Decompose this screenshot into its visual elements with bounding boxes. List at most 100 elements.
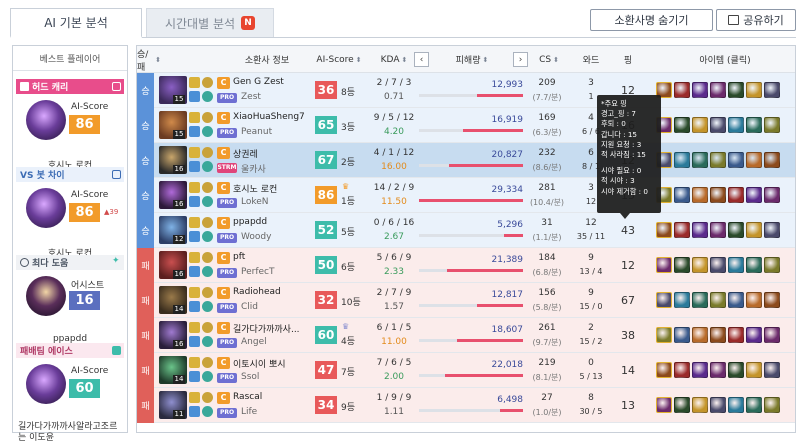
item-icon[interactable] [710, 152, 726, 168]
item-icon[interactable] [710, 257, 726, 273]
item-icon[interactable] [674, 82, 690, 98]
item-icon[interactable] [764, 117, 780, 133]
item-icon[interactable] [728, 292, 744, 308]
item-icon[interactable] [674, 292, 690, 308]
item-icon[interactable] [656, 397, 672, 413]
item-icon[interactable] [692, 152, 708, 168]
summoner-name[interactable]: Gen G Zest [233, 77, 284, 87]
item-icon[interactable] [656, 292, 672, 308]
item-icon[interactable] [746, 187, 762, 203]
item-icon[interactable] [692, 327, 708, 343]
tab-time-analysis[interactable]: 시간대별 분석 N [146, 8, 274, 38]
item-icon[interactable] [692, 117, 708, 133]
item-icon[interactable] [728, 257, 744, 273]
summoner-name[interactable]: 이토시이 뽀시 [233, 357, 286, 370]
item-icon[interactable] [710, 222, 726, 238]
summoner-name[interactable]: 길가다가까까사... [233, 322, 300, 335]
item-icon[interactable] [764, 222, 780, 238]
item-icon[interactable] [764, 257, 780, 273]
item-icon[interactable] [764, 82, 780, 98]
item-icon[interactable] [656, 257, 672, 273]
item-icon[interactable] [710, 117, 726, 133]
chevron-left-icon[interactable]: ‹ [414, 52, 429, 67]
item-icon[interactable] [692, 292, 708, 308]
item-icon[interactable] [692, 397, 708, 413]
header-damage[interactable]: 피해량 ⬍ [437, 46, 507, 73]
item-icon[interactable] [674, 187, 690, 203]
ping-value[interactable]: 13 [613, 399, 643, 412]
item-icon[interactable] [692, 222, 708, 238]
item-icon[interactable] [746, 292, 762, 308]
share-button[interactable]: 공유하기 [716, 9, 796, 31]
item-icon[interactable] [674, 117, 690, 133]
ping-value[interactable]: 43 [613, 224, 643, 237]
summoner-name[interactable]: ppapdd [233, 217, 267, 227]
item-icon[interactable] [746, 222, 762, 238]
item-icon[interactable] [764, 187, 780, 203]
card-most-assists[interactable]: 최다 도움 ✦ 어시스트 16 ppapdd [16, 255, 124, 344]
item-icon[interactable] [728, 327, 744, 343]
ping-value[interactable]: 14 [613, 364, 643, 377]
summoner-name[interactable]: Rascal [233, 392, 262, 402]
item-icon[interactable] [764, 362, 780, 378]
summoner-name[interactable]: 상권레 [233, 147, 258, 160]
item-icon[interactable] [746, 82, 762, 98]
header-result[interactable]: 승/패 ⬍ [137, 46, 161, 73]
header-kda[interactable]: KDA ⬍ [371, 46, 417, 73]
item-icon[interactable] [746, 327, 762, 343]
item-icon[interactable] [710, 82, 726, 98]
item-icon[interactable] [764, 397, 780, 413]
item-icon[interactable] [674, 397, 690, 413]
item-icon[interactable] [674, 257, 690, 273]
item-icon[interactable] [746, 152, 762, 168]
summoner-name[interactable]: pft [233, 252, 245, 262]
card-losing-ace[interactable]: 패배팀 에이스 AI-Score 60 길가다가까까사알라고조르는 이도윤 [16, 343, 124, 444]
item-icon[interactable] [746, 257, 762, 273]
item-icon[interactable] [692, 257, 708, 273]
item-icon[interactable] [656, 362, 672, 378]
hide-summoner-button[interactable]: 소환사명 숨기기 [590, 9, 713, 31]
item-icon[interactable] [656, 327, 672, 343]
summoner-name[interactable]: XiaoHuaSheng7 [233, 112, 305, 122]
card-vs-bot[interactable]: VS 봇 차이 AI-Score 86 ▲39 호시노 로컨 [16, 167, 124, 259]
item-icon[interactable] [692, 187, 708, 203]
item-icon[interactable] [674, 222, 690, 238]
item-icon[interactable] [728, 82, 744, 98]
item-icon[interactable] [728, 397, 744, 413]
item-icon[interactable] [728, 362, 744, 378]
card-hard-carry[interactable]: 허드 캐리 AI-Score 86 호시노 로컨 [16, 79, 124, 171]
item-icon[interactable] [674, 327, 690, 343]
item-icon[interactable] [764, 152, 780, 168]
summoner-name[interactable]: Radiohead [233, 287, 281, 297]
ping-value[interactable]: 67 [613, 294, 643, 307]
item-icon[interactable] [764, 327, 780, 343]
summoner-name[interactable]: 호시노 로컨 [233, 182, 277, 195]
item-icon[interactable] [746, 117, 762, 133]
item-icon[interactable] [692, 362, 708, 378]
item-icon[interactable] [710, 397, 726, 413]
item-icon[interactable] [692, 82, 708, 98]
item-icon[interactable] [710, 327, 726, 343]
item-icon[interactable] [764, 292, 780, 308]
tab-ai-basic[interactable]: AI 기본 분석 [10, 8, 142, 38]
item-icon[interactable] [710, 187, 726, 203]
item-icon[interactable] [674, 152, 690, 168]
item-icon[interactable] [710, 362, 726, 378]
item-icon[interactable] [728, 152, 744, 168]
item-icon[interactable] [728, 117, 744, 133]
item-icon[interactable] [710, 292, 726, 308]
item-icon[interactable] [728, 187, 744, 203]
chevron-right-icon[interactable]: › [513, 52, 528, 67]
item-icon[interactable] [746, 397, 762, 413]
score-value: 86 [69, 203, 100, 222]
item-icon[interactable] [656, 222, 672, 238]
table-row: 패 16 Cpft PRO PerfecT 50 6등 5 / 6 / 9 2.33 21,389… [137, 248, 795, 283]
item-icon[interactable] [746, 362, 762, 378]
item-icon[interactable] [728, 222, 744, 238]
ping-value[interactable]: 38 [613, 329, 643, 342]
item-icon[interactable] [674, 362, 690, 378]
header-ai-score[interactable]: AI-Score ⬍ [309, 46, 369, 73]
ace-icon [112, 346, 121, 355]
ping-value[interactable]: 12 [613, 259, 643, 272]
header-cs[interactable]: CS ⬍ [529, 46, 569, 73]
